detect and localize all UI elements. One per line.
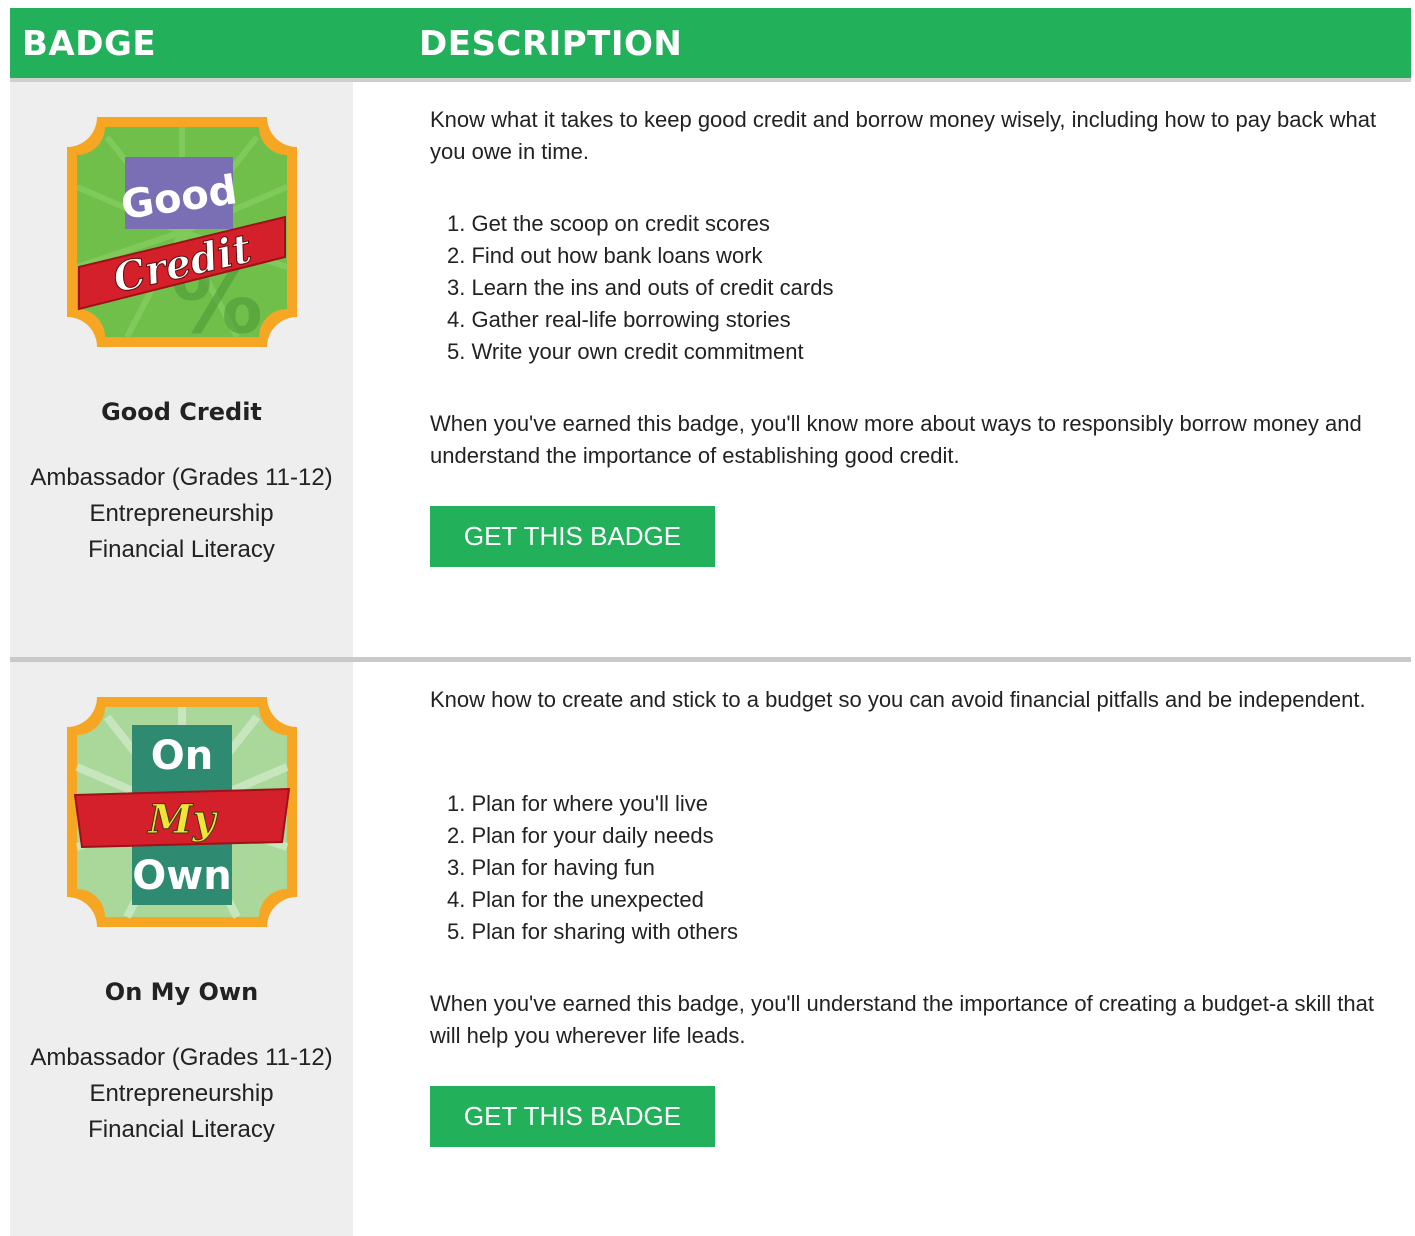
step-item: 5. Plan for sharing with others [447,919,739,944]
header-description-column: DESCRIPTION [419,24,683,64]
badge-table: BADGE DESCRIPTION % Good Credit Good Cre… [10,8,1411,1236]
get-badge-button[interactable]: GET THIS BADGE [430,506,715,567]
badge-level: Ambassador (Grades 11-12) [30,1044,333,1071]
step-item: 2. Plan for your daily needs [447,823,714,848]
badge-meta: Ambassador (Grades 11-12) Entrepreneursh… [30,460,333,568]
on-my-own-badge-image[interactable]: On My Own [67,697,297,927]
svg-text:Own: Own [132,853,231,899]
step-item: 4. Plan for the unexpected [447,887,704,912]
badge-outro: When you've earned this badge, you'll kn… [430,411,1362,468]
badge-category: Entrepreneurship [89,500,274,527]
badge-category: Financial Literacy [88,536,275,563]
badge-name: On My Own [104,978,259,1006]
step-item: 4. Gather real-life borrowing stories [447,307,791,332]
table-header: BADGE DESCRIPTION [10,8,1411,82]
step-item: 5. Write your own credit commitment [447,339,804,364]
badge-level: Ambassador (Grades 11-12) [30,464,333,491]
step-item: 3. Learn the ins and outs of credit card… [447,275,834,300]
table-row: On My Own On My Own Ambassador (Grades 1… [10,662,1411,1236]
svg-text:My: My [146,796,218,843]
badge-meta: Ambassador (Grades 11-12) Entrepreneursh… [30,1040,333,1148]
table-row: % Good Credit Good Credit Ambassador (Gr… [10,82,1411,657]
step-item: 1. Plan for where you'll live [447,791,708,816]
badge-steps-list: 1. Get the scoop on credit scores 2. Fin… [447,208,833,368]
svg-text:On: On [151,733,213,779]
step-item: 1. Get the scoop on credit scores [447,211,770,236]
badge-category: Entrepreneurship [89,1080,274,1107]
step-item: 2. Find out how bank loans work [447,243,763,268]
get-badge-button[interactable]: GET THIS BADGE [430,1086,715,1147]
badge-category: Financial Literacy [88,1116,275,1143]
badge-cell: % Good Credit Good Credit Ambassador (Gr… [10,82,353,657]
badge-outro: When you've earned this badge, you'll un… [430,991,1374,1048]
badge-cell: On My Own On My Own Ambassador (Grades 1… [10,662,353,1236]
badge-name: Good Credit [101,398,262,426]
step-item: 3. Plan for having fun [447,855,655,880]
good-credit-badge-image[interactable]: % Good Credit [67,117,297,347]
header-badge-column: BADGE [22,24,157,64]
badge-intro: Know what it takes to keep good credit a… [430,107,1377,164]
badge-steps-list: 1. Plan for where you'll live 2. Plan fo… [447,788,738,948]
badge-intro: Know how to create and stick to a budget… [430,687,1366,712]
